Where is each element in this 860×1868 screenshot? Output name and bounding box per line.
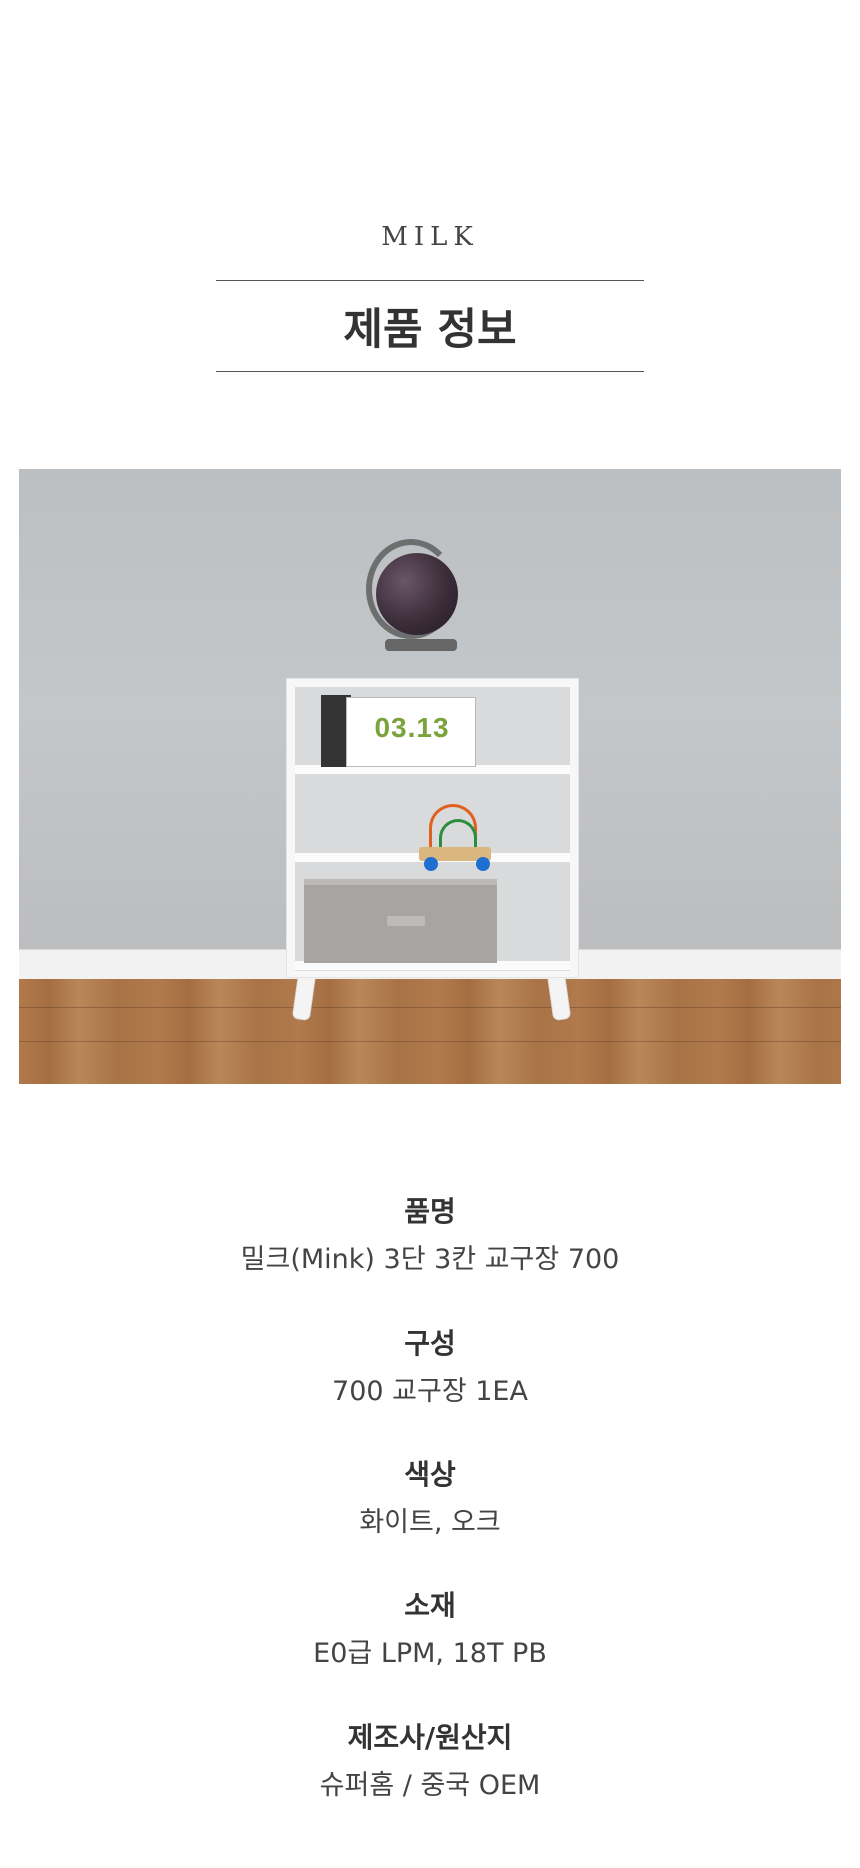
calendar-date: 03.13	[374, 712, 450, 743]
bead-maze-wire	[439, 819, 477, 849]
spec-label: 소재	[404, 1589, 456, 1622]
spec-value: 슈퍼홈 / 중국 OEM	[319, 1770, 541, 1801]
spec-value: E0급 LPM, 18T PB	[313, 1638, 547, 1669]
floor-seam	[19, 1041, 841, 1042]
globe	[376, 553, 458, 635]
toy-wheel	[476, 857, 490, 871]
spec-item-material: 소재 E0급 LPM, 18T PB	[0, 1588, 860, 1672]
basket-handle	[387, 916, 425, 926]
spec-value: 화이트, 오크	[359, 1507, 501, 1538]
title-rule-bottom	[216, 371, 644, 372]
spec-item-composition: 구성 700 교구장 1EA	[0, 1326, 860, 1410]
wood-floor	[19, 979, 841, 1084]
floor-seam	[19, 1007, 841, 1008]
globe-stand	[385, 639, 457, 651]
spec-label: 제조사/원산지	[347, 1721, 513, 1754]
spec-item-color: 색상 화이트, 오크	[0, 1457, 860, 1541]
spec-item-name: 품명 밀크(Mink) 3단 3칸 교구장 700	[0, 1194, 860, 1278]
desk-calendar: 03.13	[346, 697, 476, 767]
spec-value: 700 교구장 1EA	[332, 1376, 528, 1407]
spec-item-maker-origin: 제조사/원산지 슈퍼홈 / 중국 OEM	[0, 1720, 860, 1804]
toy-wheel	[424, 857, 438, 871]
spec-label: 색상	[404, 1458, 456, 1491]
spec-label: 품명	[404, 1195, 456, 1228]
brand-name: MILK	[381, 222, 479, 252]
title-rule-top	[216, 280, 644, 281]
product-photo: 03.13	[19, 469, 841, 1084]
page-title: 제품 정보	[343, 305, 517, 355]
spec-label: 구성	[404, 1327, 456, 1360]
spec-value: 밀크(Mink) 3단 3칸 교구장 700	[240, 1244, 620, 1275]
